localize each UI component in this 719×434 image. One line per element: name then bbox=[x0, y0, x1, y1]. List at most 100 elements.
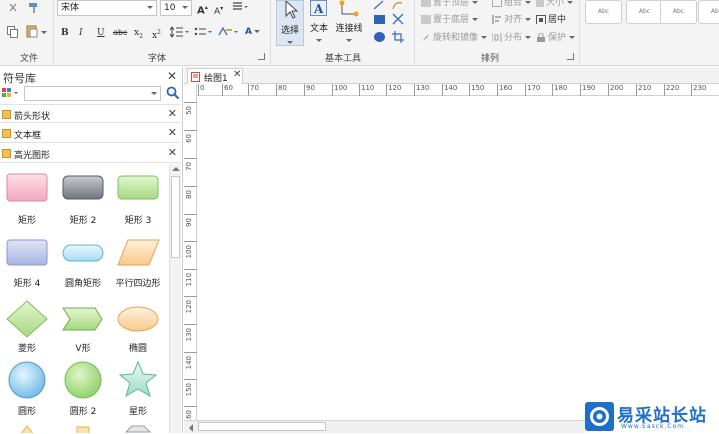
style-preset-1[interactable]: Abc bbox=[585, 0, 622, 24]
bullets-button[interactable] bbox=[194, 26, 214, 42]
tab-drawing1[interactable]: 绘图1 ✕ bbox=[187, 68, 243, 84]
bold-button[interactable]: B bbox=[61, 27, 69, 39]
scroll-left-arrow-icon[interactable] bbox=[189, 424, 193, 432]
copy-icon[interactable] bbox=[7, 26, 18, 38]
shape-parallelogram[interactable] bbox=[117, 239, 160, 266]
format-painter-icon[interactable] bbox=[28, 2, 40, 14]
style-preset-3[interactable]: Abc bbox=[660, 0, 697, 24]
connector-icon bbox=[339, 0, 359, 17]
crop-icon[interactable] bbox=[392, 31, 404, 43]
line-icon[interactable] bbox=[373, 0, 385, 10]
shape-label: 平行四边形 bbox=[115, 279, 161, 289]
shape-partial[interactable] bbox=[76, 426, 90, 433]
arrange-dialog-launcher-icon[interactable] bbox=[567, 53, 574, 60]
italic-button[interactable]: I bbox=[79, 27, 83, 39]
tab-label: 绘图1 bbox=[204, 74, 228, 84]
ruler-label: 150 bbox=[185, 383, 193, 397]
center-button[interactable]: 居中 bbox=[536, 14, 566, 26]
gallery-scrollbar[interactable] bbox=[169, 164, 181, 433]
font-color-button[interactable]: A bbox=[245, 26, 260, 38]
protect-button[interactable]: 保护 bbox=[536, 32, 575, 44]
size-button[interactable]: 大小 bbox=[536, 0, 573, 9]
font-name-select[interactable]: 宋体 bbox=[57, 0, 157, 16]
subscript-button[interactable]: x2 bbox=[134, 27, 143, 43]
ruler-tick bbox=[497, 84, 498, 96]
library-folder-icon bbox=[2, 110, 11, 119]
connector-tool-button[interactable]: 连接线 bbox=[333, 0, 365, 46]
close-section-icon[interactable]: ✕ bbox=[168, 107, 177, 120]
ruler-tick bbox=[248, 84, 249, 96]
shape-label: 矩形 bbox=[17, 216, 36, 226]
cut-icon[interactable] bbox=[8, 3, 18, 13]
font-size-select[interactable]: 10 bbox=[160, 0, 192, 16]
line-spacing-button[interactable] bbox=[169, 26, 190, 42]
superscript-button[interactable]: x2 bbox=[152, 27, 161, 42]
distribute-button[interactable]: 分布 bbox=[492, 32, 531, 44]
shape-rectangle-gray[interactable] bbox=[62, 175, 104, 200]
close-panel-icon[interactable]: ✕ bbox=[167, 69, 177, 83]
shape-ellipse[interactable] bbox=[117, 306, 159, 332]
section-label: 文本框 bbox=[14, 131, 42, 141]
shape-chevron[interactable] bbox=[62, 307, 103, 331]
ellipse-icon[interactable] bbox=[374, 32, 385, 42]
symbol-search-input[interactable] bbox=[24, 86, 161, 101]
shape-star[interactable] bbox=[118, 360, 158, 398]
close-section-icon[interactable]: ✕ bbox=[168, 146, 177, 159]
shape-label: 圆角矩形 bbox=[64, 279, 101, 289]
strikethrough-button[interactable]: abc bbox=[113, 27, 127, 39]
close-tab-icon[interactable]: ✕ bbox=[233, 69, 241, 80]
section-highlight-shapes[interactable]: 高光图形 ✕ bbox=[0, 144, 181, 163]
shape-rectangle-blue[interactable] bbox=[6, 239, 48, 266]
crosshair-icon[interactable] bbox=[392, 13, 404, 25]
scrollbar-thumb[interactable] bbox=[171, 176, 180, 258]
paste-button[interactable] bbox=[26, 25, 48, 39]
underline-button[interactable]: U bbox=[97, 27, 105, 39]
select-tool-button[interactable]: 选择 bbox=[276, 0, 304, 46]
svg-text:A: A bbox=[313, 2, 324, 16]
scrollbar-thumb[interactable] bbox=[198, 422, 326, 431]
ruler-label: 90 bbox=[306, 84, 315, 92]
section-text-box[interactable]: 文本框 ✕ bbox=[0, 124, 181, 143]
shape-hexagon-partial[interactable] bbox=[124, 425, 152, 433]
send-to-back-button[interactable]: 置于底层 bbox=[421, 14, 478, 26]
shape-triangle-partial[interactable] bbox=[19, 425, 35, 433]
search-icon[interactable] bbox=[166, 86, 180, 100]
shape-diamond[interactable] bbox=[6, 300, 48, 338]
ruler-label: 110 bbox=[361, 84, 375, 92]
group-button[interactable]: 组合 bbox=[492, 0, 531, 9]
font-dialog-launcher-icon[interactable] bbox=[258, 53, 265, 60]
style-preset-4[interactable]: Abc bbox=[698, 0, 719, 24]
ruler-label: 80 bbox=[185, 190, 193, 199]
drawing-canvas[interactable] bbox=[197, 96, 719, 420]
text-tool-label: 文本 bbox=[309, 24, 328, 34]
text-tool-button[interactable]: A 文本 bbox=[306, 0, 332, 46]
rectangle-icon[interactable] bbox=[374, 15, 385, 24]
library-picker-icon[interactable] bbox=[2, 87, 20, 99]
bring-to-front-button[interactable]: 置于顶层 bbox=[421, 0, 478, 9]
watermark-logo-icon bbox=[585, 402, 614, 431]
ruler-label: 170 bbox=[527, 84, 541, 92]
curve-icon[interactable] bbox=[392, 0, 404, 10]
style-preset-2[interactable]: Abc bbox=[626, 0, 663, 24]
send-to-back-label: 置于底层 bbox=[433, 15, 470, 25]
section-label: 高光图形 bbox=[14, 151, 51, 161]
ruler-label: 100 bbox=[334, 84, 348, 92]
align-button[interactable]: 对齐 bbox=[492, 14, 531, 26]
shape-circle-blue[interactable] bbox=[8, 361, 46, 399]
section-arrow-shapes[interactable]: 箭头形状 ✕ bbox=[0, 104, 181, 123]
rotate-flip-button[interactable]: 旋转和镜像 bbox=[421, 32, 487, 44]
shape-label: 菱形 bbox=[17, 344, 36, 354]
shape-rectangle-pink[interactable] bbox=[6, 173, 48, 202]
scroll-up-arrow-icon[interactable] bbox=[172, 167, 180, 171]
shrink-font-button[interactable]: A▾ bbox=[214, 3, 223, 18]
text-align-button[interactable] bbox=[232, 1, 248, 17]
close-section-icon[interactable]: ✕ bbox=[168, 126, 177, 139]
grow-font-button[interactable]: A▴ bbox=[197, 2, 208, 17]
file-group-label: 文件 bbox=[19, 54, 38, 64]
ruler-tick bbox=[184, 102, 197, 103]
shape-rectangle-green[interactable] bbox=[117, 175, 159, 200]
shape-circle-green[interactable] bbox=[64, 361, 102, 399]
text-color-fill-button[interactable] bbox=[217, 26, 241, 42]
shape-label: 圆形 bbox=[17, 407, 36, 417]
shape-rounded-rectangle[interactable] bbox=[62, 244, 104, 262]
